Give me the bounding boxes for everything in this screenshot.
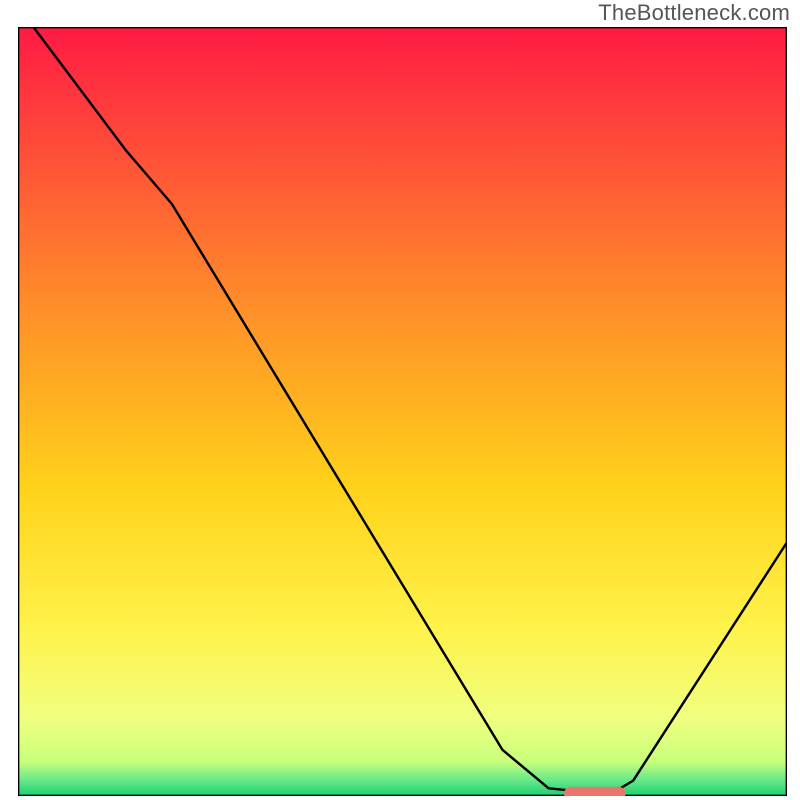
plot-area [18,27,787,796]
watermark-text: TheBottleneck.com [598,0,790,26]
optimal-range-marker [564,787,626,796]
gradient-background [18,27,787,796]
chart-svg [18,27,787,796]
bottleneck-chart: TheBottleneck.com [0,0,800,800]
